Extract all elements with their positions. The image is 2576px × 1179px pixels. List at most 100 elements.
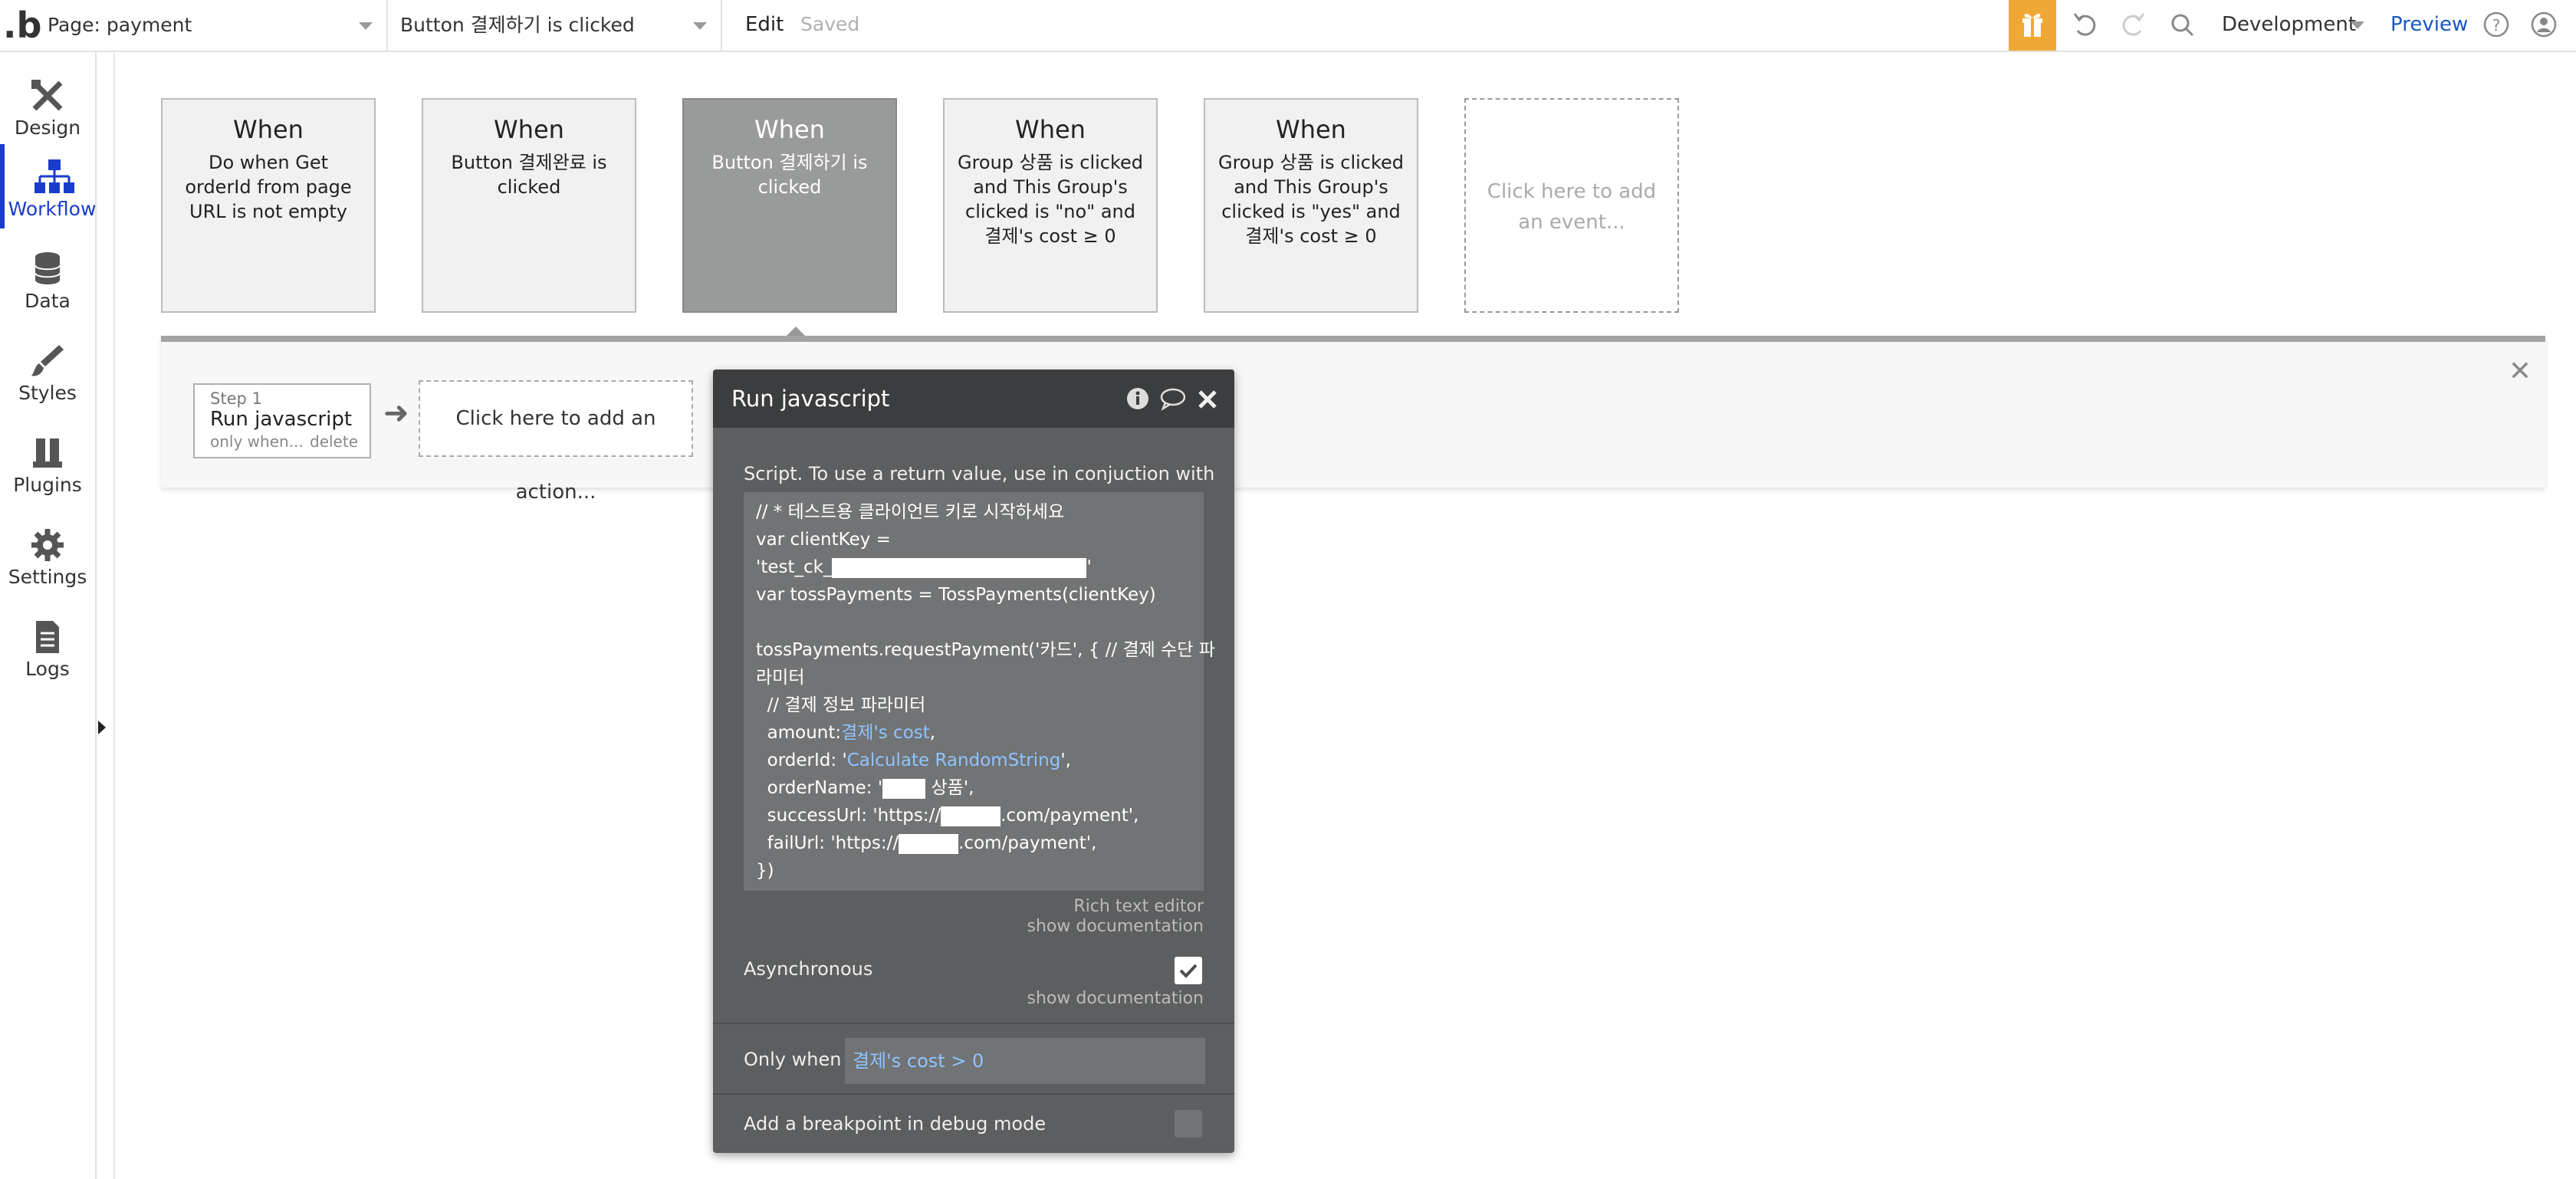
script-editor[interactable]: // * 테스트용 클라이언트 키로 시작하세요 var clientKey =… [744, 492, 1215, 891]
preview-button[interactable]: Preview [2390, 0, 2468, 49]
event-card-selected[interactable]: When Button 결제하기 is clicked [682, 98, 897, 313]
event-selector-label: Button 결제하기 is clicked [400, 14, 635, 36]
search-icon[interactable] [2160, 0, 2206, 51]
event-card[interactable]: When Group 상품 is clicked and This Group'… [943, 98, 1158, 313]
code-line: orderName: ' 상품', [756, 774, 974, 802]
sidebar-item-label: Data [25, 290, 71, 312]
environment-label: Development [2222, 13, 2357, 36]
help-icon[interactable]: ? [2473, 0, 2519, 51]
canvas-divider [113, 52, 115, 1179]
code-line: var clientKey = [756, 530, 891, 550]
sidebar-item-plugins[interactable]: Plugins [0, 420, 95, 504]
panel-title: Run javascript [731, 386, 890, 412]
edit-menu[interactable]: Edit [745, 0, 784, 49]
sidebar-item-styles[interactable]: Styles [0, 328, 95, 412]
add-event-card[interactable]: Click here to add an event... [1464, 98, 1679, 313]
show-documentation-link[interactable]: show documentation [1027, 917, 1204, 936]
code-text: ' [1086, 557, 1092, 577]
event-description: Button 결제완료 is clicked [451, 152, 607, 198]
event-card[interactable]: When Do when Get orderId from page URL i… [161, 98, 376, 313]
chevron-down-icon [2351, 21, 2364, 29]
code-text: orderName: ' [756, 778, 883, 798]
step-only-when-link[interactable]: only when... [210, 432, 304, 451]
sidebar-item-logs[interactable]: Logs [0, 604, 95, 688]
plug-icon [33, 438, 62, 468]
code-line: tossPayments.requestPayment('카드', { // 결… [756, 640, 1215, 660]
code-text: 'test_ck_ [756, 557, 833, 577]
undo-icon[interactable] [2062, 0, 2108, 51]
code-text: 상품', [925, 778, 974, 798]
event-card[interactable]: When Group 상품 is clicked and This Group'… [1204, 98, 1418, 313]
svg-text:?: ? [2492, 16, 2501, 34]
account-icon[interactable] [2521, 0, 2567, 51]
gift-icon[interactable] [2009, 0, 2056, 51]
only-when-condition-input[interactable]: 결제's cost > 0 [845, 1038, 1205, 1084]
event-selector[interactable]: Button 결제하기 is clicked [388, 0, 722, 51]
gear-icon [31, 529, 64, 561]
event-when: When [233, 115, 304, 144]
arrow-right-icon: ➜ [383, 396, 409, 431]
workflow-icon [34, 159, 74, 193]
step-card[interactable]: Step 1 Run javascript only when... delet… [193, 383, 371, 458]
code-text: orderId: ' [756, 750, 847, 770]
sidebar-item-data[interactable]: Data [0, 236, 95, 320]
brush-icon [31, 345, 64, 376]
environment-selector[interactable]: Development [2222, 0, 2364, 49]
dynamic-expression[interactable]: Calculate RandomString [847, 750, 1061, 770]
dynamic-expression[interactable]: 결제's cost [841, 723, 930, 743]
asynchronous-checkbox[interactable] [1175, 957, 1202, 984]
code-line: 라미터 [756, 668, 805, 688]
sidebar-item-settings[interactable]: Settings [0, 512, 95, 596]
code-text: ', [1060, 750, 1071, 770]
breakpoint-label: Add a breakpoint in debug mode [744, 1113, 1046, 1135]
design-icon [31, 80, 63, 111]
code-line: failUrl: 'https:// .com/payment', [756, 829, 1096, 857]
sidebar-item-label: Settings [8, 566, 87, 588]
redacted-block [882, 778, 926, 799]
sidebar-item-label: Styles [18, 382, 77, 404]
sidebar-item-design[interactable]: Design [0, 63, 95, 147]
redo-icon[interactable] [2110, 0, 2156, 51]
step-name: Run javascript [210, 408, 353, 431]
code-line: // * 테스트용 클라이언트 키로 시작하세요 [756, 502, 1065, 522]
event-description: Group 상품 is clicked and This Group's cli… [1217, 152, 1405, 247]
show-documentation-link[interactable]: show documentation [1027, 989, 1204, 1008]
rich-text-editor-link[interactable]: Rich text editor [1073, 897, 1204, 916]
sidebar-item-label: Workflow [8, 198, 97, 220]
divider [713, 1093, 1234, 1095]
bubble-logo[interactable]: .b [3, 5, 41, 46]
property-editor-panel: Run javascript Script. To use a return v… [713, 369, 1234, 1153]
code-line: 'test_ck_ ' [756, 553, 1092, 581]
database-icon [34, 252, 61, 284]
event-when: When [494, 115, 564, 144]
code-line: amount:결제's cost, [756, 719, 935, 747]
add-action-button[interactable]: Click here to add an action... [419, 380, 693, 504]
chevron-down-icon [693, 22, 707, 30]
page-selector[interactable]: Page: payment [38, 0, 388, 51]
code-text: .com/payment', [1001, 806, 1139, 826]
event-card[interactable]: When Button 결제완료 is clicked [422, 98, 636, 313]
step-delete-link[interactable]: delete [310, 432, 358, 451]
comment-icon[interactable] [1159, 386, 1187, 411]
close-icon[interactable] [1196, 386, 1219, 411]
info-icon[interactable] [1125, 386, 1150, 411]
step-number: Step 1 [210, 389, 262, 408]
event-when: When [1015, 115, 1086, 144]
breakpoint-checkbox[interactable] [1175, 1110, 1202, 1138]
divider [713, 1023, 1234, 1024]
add-event-label: Click here to add an event... [1487, 180, 1657, 234]
code-text: failUrl: 'https:// [756, 833, 899, 853]
saved-status: Saved [800, 13, 860, 35]
condition-expression[interactable]: 결제's cost > 0 [845, 1050, 984, 1072]
page-selector-label: Page: payment [48, 14, 192, 36]
code-text: successUrl: 'https:// [756, 806, 941, 826]
redacted-block [832, 557, 1087, 578]
event-when: When [1276, 115, 1346, 144]
sidebar-item-workflow[interactable]: Workflow [0, 144, 96, 228]
script-label: Script. To use a return value, use in co… [744, 463, 1215, 484]
chevron-down-icon [359, 22, 373, 30]
code-text: .com/payment', [958, 833, 1097, 853]
event-when: When [754, 115, 825, 144]
close-icon[interactable]: ✕ [2509, 356, 2532, 387]
expand-panel-icon[interactable] [98, 721, 106, 734]
